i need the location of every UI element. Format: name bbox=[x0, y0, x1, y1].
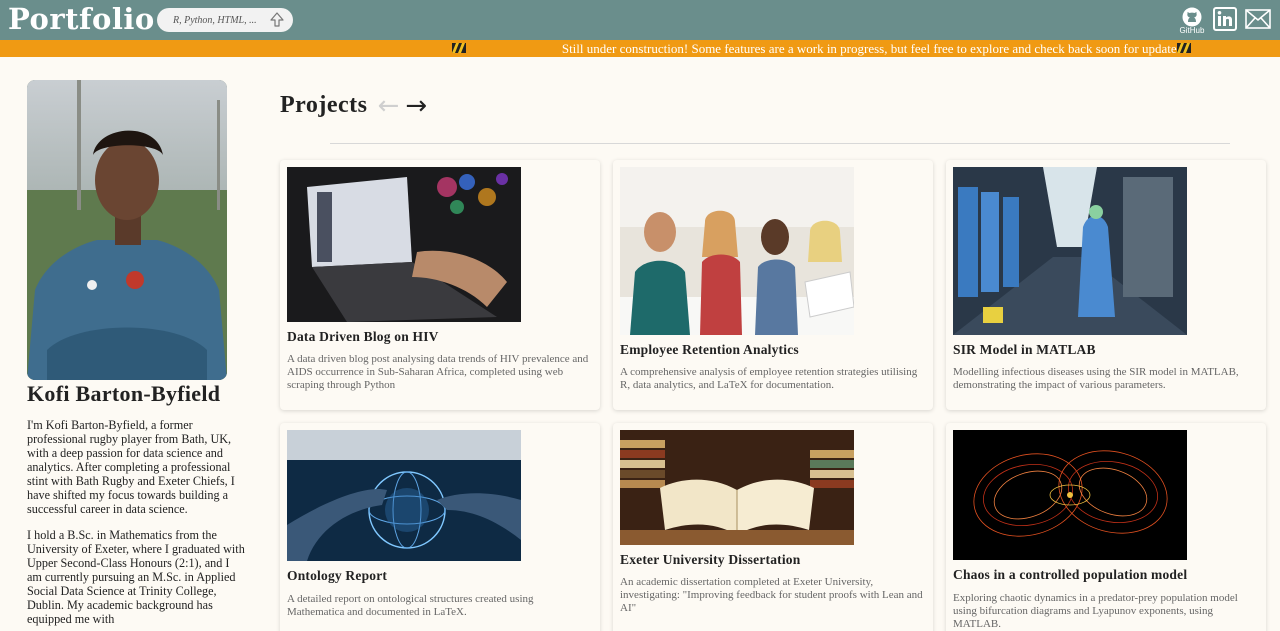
construction-icon bbox=[452, 43, 466, 53]
project-title[interactable]: SIR Model in MATLAB bbox=[953, 342, 1096, 358]
profile-name: Kofi Barton-Byfield bbox=[27, 381, 221, 406]
digital-globe-photo bbox=[287, 430, 521, 561]
project-card[interactable]: Chaos in a controlled population model E… bbox=[946, 423, 1266, 631]
banner-text: Still under construction! Some features … bbox=[561, 41, 1186, 56]
project-description: An academic dissertation completed at Ex… bbox=[620, 576, 923, 614]
email-icon bbox=[1245, 9, 1271, 29]
project-card[interactable]: Data Driven Blog on HIV A data driven bl… bbox=[280, 160, 600, 410]
section-divider bbox=[330, 143, 1230, 144]
email-link[interactable] bbox=[1245, 9, 1271, 29]
profile-bio: I'm Kofi Barton-Byfield, a former profes… bbox=[27, 418, 245, 631]
project-card[interactable]: Ontology Report A detailed report on ont… bbox=[280, 423, 600, 631]
bio-paragraph: I'm Kofi Barton-Byfield, a former profes… bbox=[27, 418, 235, 516]
github-icon bbox=[1182, 7, 1202, 27]
project-title[interactable]: Exeter University Dissertation bbox=[620, 552, 800, 568]
brand-title[interactable]: Portfolio bbox=[8, 2, 155, 36]
github-link[interactable]: GitHub bbox=[1176, 5, 1208, 37]
prev-arrow-icon[interactable]: ← bbox=[378, 93, 400, 119]
hospital-corridor-photo bbox=[953, 167, 1187, 335]
project-card[interactable]: SIR Model in MATLAB Modelling infectious… bbox=[946, 160, 1266, 410]
chaos-attractor-image bbox=[953, 430, 1187, 560]
linkedin-link[interactable] bbox=[1212, 6, 1238, 32]
project-description: A data driven blog post analysing data t… bbox=[287, 353, 589, 391]
laptop-photo bbox=[287, 167, 521, 322]
construction-banner: Still under construction! Some features … bbox=[0, 40, 1280, 57]
bio-paragraph: I hold a B.Sc. in Mathematics from the U… bbox=[27, 528, 245, 626]
project-description: A comprehensive analysis of employee ret… bbox=[620, 366, 918, 391]
project-description: Exploring chaotic dynamics in a predator… bbox=[953, 592, 1238, 630]
project-card[interactable]: Employee Retention Analytics A comprehen… bbox=[613, 160, 933, 410]
top-navbar: Portfolio GitHub bbox=[0, 0, 1280, 40]
project-title[interactable]: Employee Retention Analytics bbox=[620, 342, 799, 358]
linkedin-icon bbox=[1213, 7, 1237, 31]
construction-icon bbox=[1177, 43, 1191, 53]
projects-title: Projects bbox=[280, 92, 368, 118]
search-input[interactable] bbox=[167, 8, 267, 32]
project-title[interactable]: Data Driven Blog on HIV bbox=[287, 329, 439, 345]
project-title[interactable]: Ontology Report bbox=[287, 568, 387, 584]
open-book-photo bbox=[620, 430, 854, 545]
projects-header: Projects ← → bbox=[280, 92, 427, 119]
project-card[interactable]: Exeter University Dissertation An academ… bbox=[613, 423, 933, 631]
project-description: Modelling infectious diseases using the … bbox=[953, 366, 1239, 391]
project-description: A detailed report on ontological structu… bbox=[287, 593, 534, 618]
team-meeting-photo bbox=[620, 167, 854, 335]
search-box[interactable] bbox=[157, 8, 293, 32]
next-arrow-icon[interactable]: → bbox=[405, 93, 427, 119]
search-submit-icon[interactable] bbox=[269, 12, 285, 28]
project-title[interactable]: Chaos in a controlled population model bbox=[953, 567, 1187, 583]
profile-photo bbox=[27, 80, 227, 380]
github-label: GitHub bbox=[1179, 26, 1205, 35]
